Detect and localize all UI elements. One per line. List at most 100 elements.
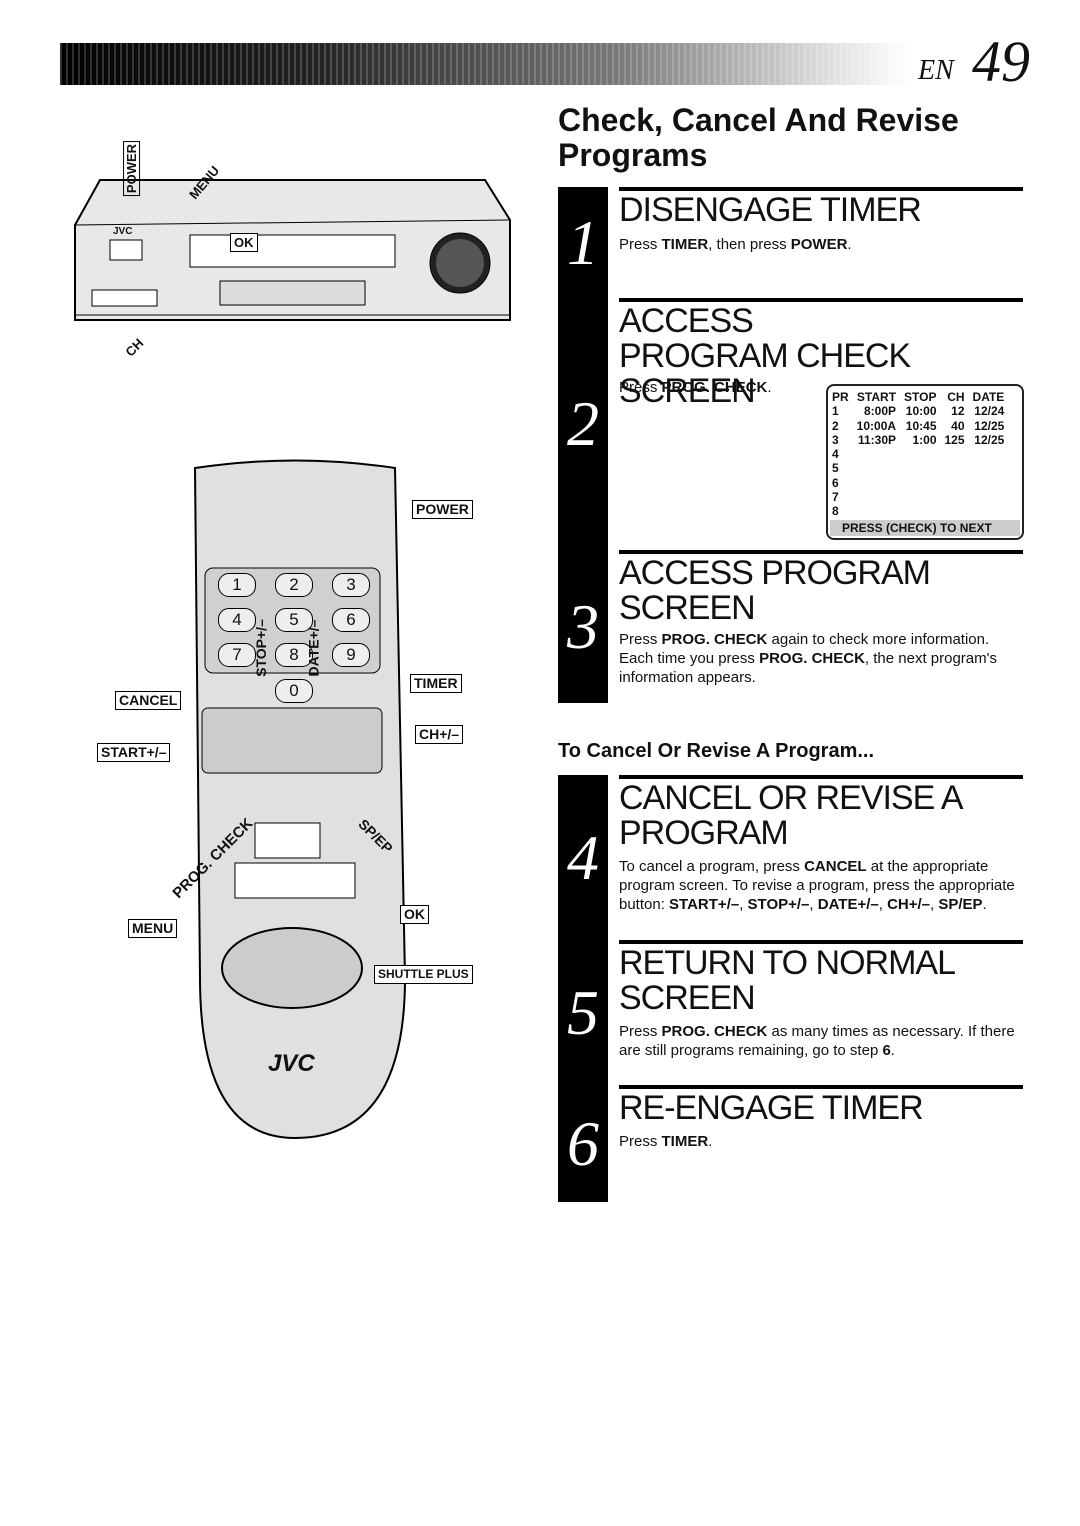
body-text: Press	[619, 1023, 662, 1040]
remote-ok-label: OK	[400, 905, 429, 924]
step-heading: ACCESS PROGRAM SCREEN	[619, 554, 931, 627]
table-cell: 11:30P	[857, 432, 897, 447]
keypad-key-6: 6	[332, 608, 370, 632]
table-cell: 40	[951, 418, 965, 433]
body-text: .	[890, 1042, 895, 1059]
table-cell: 12/24	[974, 404, 1005, 419]
language-code: EN	[918, 55, 954, 86]
body-text: Press	[619, 631, 662, 648]
table-cell	[969, 490, 1009, 504]
step-number: 5	[558, 940, 608, 1085]
step-1: 1 DISENGAGE TIMER Press TIMER, then press …	[558, 187, 1023, 298]
step-number: 4	[558, 775, 608, 940]
step-5: 5 RETURN TO NORMAL SCREEN Press PROG. CHEC…	[558, 940, 1023, 1085]
table-cell: 5	[832, 461, 839, 476]
table-cell: 6	[832, 475, 839, 490]
table-cell	[969, 461, 1009, 475]
step-number: 1	[558, 187, 608, 298]
table-cell	[941, 447, 969, 461]
step-body: Press PROG. CHECK as many times as neces…	[619, 1022, 1019, 1060]
table-cell: 10:45	[905, 418, 937, 433]
remote-power-label: POWER	[412, 500, 473, 519]
column-header: PR	[832, 390, 849, 404]
body-text: SP/EP	[938, 896, 983, 913]
remote-ch-label: CH+/–	[415, 725, 464, 744]
body-text: START+/–	[669, 896, 740, 913]
table-row: 8	[832, 504, 1008, 518]
step-3: 3 ACCESS PROGRAM SCREEN Press PROG. CHECK …	[558, 550, 1023, 703]
step-heading: CANCEL OR REVISE A PROGRAM	[619, 779, 962, 852]
body-text: To cancel a program, press	[619, 858, 805, 875]
step-body: Press TIMER.	[619, 1132, 1019, 1151]
body-text: .	[767, 379, 772, 396]
body-text: TIMER	[661, 236, 709, 253]
table-cell	[900, 447, 940, 461]
table-cell: 12/25	[974, 418, 1005, 433]
body-text: , then press	[708, 236, 791, 253]
remote-start-label: START+/–	[97, 743, 171, 762]
body-text: DATE+/–	[817, 896, 879, 913]
step-number: 2	[558, 298, 608, 550]
column-header: STOP	[904, 390, 937, 404]
program-check-screen: PR START STOP CH DATE 1 8:00P 10:00 12 12/24 2 10:0…	[826, 384, 1024, 540]
table-cell: 8:00P	[864, 404, 897, 419]
column-header: CH	[947, 390, 965, 404]
section-subheading: To Cancel Or Revise A Program...	[558, 740, 875, 762]
step-number: 3	[558, 550, 608, 703]
step-4: 4 CANCEL OR REVISE A PROGRAM To cancel a p…	[558, 775, 1023, 940]
table-cell: 1:00	[912, 432, 937, 447]
table-row: 5	[832, 461, 1008, 475]
table-cell: 2	[832, 418, 839, 433]
remote-date-label: DATE+/–	[305, 619, 322, 677]
body-text: CANCEL	[804, 858, 867, 875]
body-text: ,	[878, 896, 888, 913]
step-heading: RE-ENGAGE TIMER	[619, 1089, 924, 1127]
table-row: 4	[832, 447, 1008, 461]
keypad-key-3: 3	[332, 573, 370, 597]
table-cell	[969, 504, 1009, 518]
body-text: Press	[619, 236, 662, 253]
step-heading: DISENGAGE TIMER	[619, 191, 922, 229]
vcr-ch-label: CH	[122, 335, 147, 360]
remote-shuttle-label: SHUTTLE PLUS	[374, 965, 473, 984]
page-number: 49	[972, 29, 1030, 94]
remote-cancel-label: CANCEL	[115, 691, 182, 710]
remote-timer-label: TIMER	[410, 674, 462, 693]
body-text: .	[982, 896, 987, 913]
step-number: 6	[558, 1085, 608, 1202]
step-heading: RETURN TO NORMAL SCREEN	[619, 944, 955, 1017]
body-text: STOP+/–	[747, 896, 810, 913]
table-row: 6	[832, 476, 1008, 490]
page-title: Check, Cancel And Revise Programs	[558, 102, 959, 173]
table-cell: 1	[832, 404, 839, 419]
step-6: 6 RE-ENGAGE TIMER Press TIMER.	[558, 1085, 1023, 1202]
table-cell: 8	[832, 504, 839, 519]
table-cell: 12/25	[974, 432, 1005, 447]
table-row: 3 11:30P 1:00 125 12/25	[832, 433, 1008, 447]
column-header: START	[856, 390, 897, 404]
table-cell	[900, 461, 940, 475]
body-text: CH+/–	[887, 896, 931, 913]
table-cell	[900, 476, 940, 490]
body-text: .	[708, 1133, 713, 1150]
table-row: 7	[832, 490, 1008, 504]
keypad-key-7: 7	[218, 643, 256, 667]
table-cell	[853, 490, 900, 504]
table-cell: 3	[832, 432, 839, 447]
remote-brand-logo: JVC	[268, 1050, 315, 1077]
table-cell	[853, 504, 900, 518]
body-text: ,	[739, 896, 748, 913]
table-cell	[941, 476, 969, 490]
body-text: 6	[882, 1042, 891, 1059]
body-text: PROG. CHECK	[759, 650, 865, 667]
table-row: 1 8:00P 10:00 12 12/24	[832, 404, 1008, 418]
body-text: PROG. CHECK	[661, 379, 768, 396]
vcr-illustration	[74, 179, 511, 321]
remote-stop-label: STOP+/–	[252, 619, 269, 677]
body-text: POWER	[790, 236, 848, 253]
keypad-key-0: 0	[275, 679, 313, 703]
table-cell: 125	[944, 432, 965, 447]
vcr-ok-label: OK	[230, 233, 258, 252]
table-cell: 7	[832, 490, 839, 505]
body-text: .	[847, 236, 852, 253]
